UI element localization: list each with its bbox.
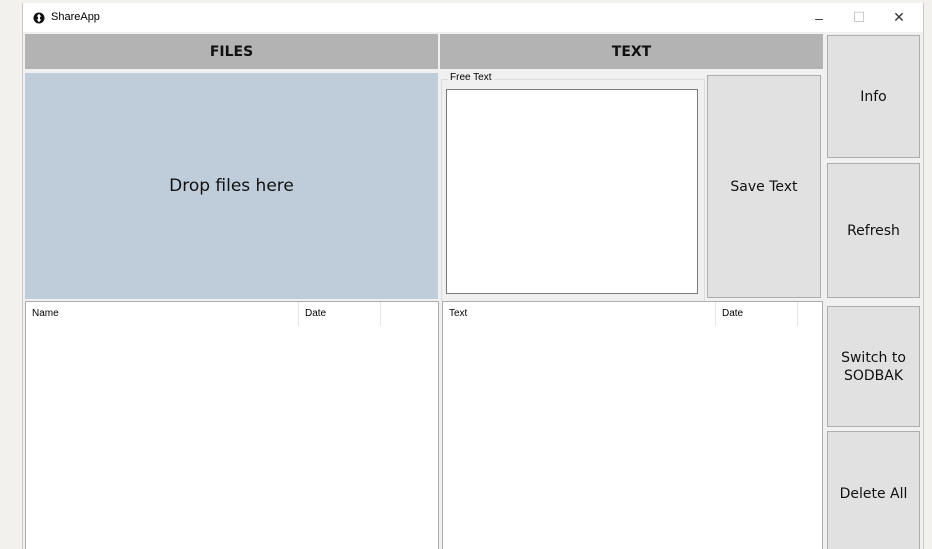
- save-text-button[interactable]: Save Text: [707, 75, 821, 298]
- file-drop-zone[interactable]: Drop files here: [25, 73, 438, 299]
- files-list[interactable]: Name Date: [25, 301, 439, 549]
- app-logo-icon: [33, 11, 45, 24]
- files-column-name[interactable]: Name: [26, 302, 299, 326]
- minimize-button[interactable]: –: [801, 3, 837, 32]
- refresh-button[interactable]: Refresh: [827, 163, 920, 298]
- window-title: ShareApp: [51, 11, 100, 23]
- maximize-button[interactable]: ☐: [841, 3, 877, 32]
- drop-zone-label: Drop files here: [169, 176, 294, 196]
- info-button[interactable]: Info: [827, 35, 920, 158]
- switch-server-button[interactable]: Switch to SODBAK: [827, 306, 920, 427]
- text-header: TEXT: [440, 34, 823, 69]
- texts-column-date[interactable]: Date: [716, 302, 798, 326]
- close-button[interactable]: ✕: [881, 3, 917, 32]
- title-bar: ShareApp – ☐ ✕: [23, 3, 923, 32]
- files-header: FILES: [25, 34, 438, 69]
- texts-column-text[interactable]: Text: [443, 302, 716, 326]
- app-window: ShareApp – ☐ ✕ FILES TEXT Drop files her…: [22, 3, 924, 549]
- free-text-input[interactable]: [446, 89, 698, 294]
- delete-all-button[interactable]: Delete All: [827, 431, 920, 549]
- files-column-date[interactable]: Date: [299, 302, 381, 326]
- free-text-group-label: Free Text: [448, 72, 494, 83]
- texts-list[interactable]: Text Date: [442, 301, 823, 549]
